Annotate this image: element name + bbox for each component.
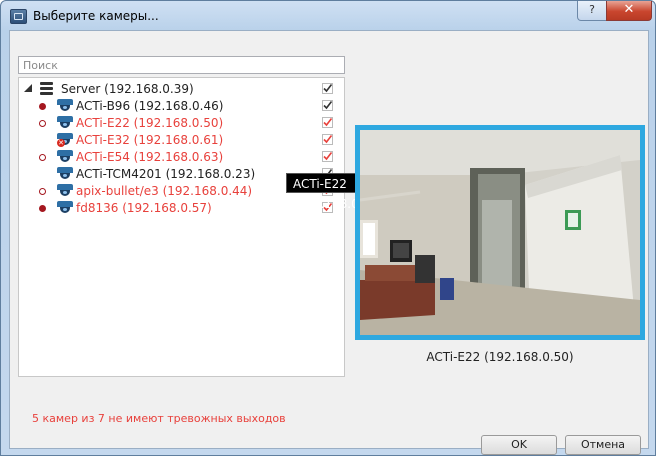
alarm-status-dot xyxy=(39,188,46,195)
camera-label: ACTi-E54 (192.168.0.63) xyxy=(76,150,224,164)
camera-icon xyxy=(57,150,73,164)
close-button[interactable]: ✕ xyxy=(606,1,652,21)
tree-row-server[interactable]: Server (192.168.0.39) xyxy=(19,81,344,98)
window-title: Выберите камеры... xyxy=(33,9,159,23)
camera-label: apix-bullet/e3 (192.168.0.44) xyxy=(76,184,253,198)
tree-row-camera[interactable]: ✕ ACTi-E32 (192.168.0.61) xyxy=(19,132,344,149)
app-icon xyxy=(10,9,27,24)
help-button[interactable]: ? xyxy=(577,1,607,21)
camera-label: ACTi-E22 (192.168.0.50) xyxy=(76,116,224,130)
preview-image xyxy=(360,130,640,335)
server-checkbox[interactable] xyxy=(322,83,333,94)
status-message: 5 камер из 7 не имеют тревожных выходов xyxy=(32,412,286,425)
camera-icon xyxy=(57,167,73,181)
cancel-button[interactable]: Отмена xyxy=(565,435,641,455)
camera-icon: ✕ xyxy=(57,133,73,147)
preview-caption: ACTi-E22 (192.168.0.50) xyxy=(426,350,574,364)
camera-checkbox[interactable] xyxy=(322,134,333,145)
camera-icon xyxy=(57,184,73,198)
camera-checkbox[interactable] xyxy=(322,151,333,162)
alarm-status-dot xyxy=(39,154,46,161)
tree-row-camera[interactable]: ACTi-B96 (192.168.0.46) xyxy=(19,98,344,115)
tree-row-camera[interactable]: ACTi-E22 (192.168.0.50) xyxy=(19,115,344,132)
camera-tree[interactable]: Server (192.168.0.39) ACTi-B96 (192.168.… xyxy=(18,77,345,377)
dialog-client: Server (192.168.0.39) ACTi-B96 (192.168.… xyxy=(9,30,649,455)
server-icon xyxy=(40,82,53,96)
camera-checkbox[interactable] xyxy=(322,117,333,128)
camera-label: fd8136 (192.168.0.57) xyxy=(76,201,212,215)
alarm-status-dot xyxy=(39,120,46,127)
camera-icon xyxy=(57,116,73,130)
search-input[interactable] xyxy=(18,56,345,74)
error-icon: ✕ xyxy=(57,139,65,147)
camera-icon xyxy=(57,201,73,215)
camera-preview xyxy=(355,125,645,340)
dialog-window: Выберите камеры... ? ✕ Server (192.168.0… xyxy=(0,0,656,456)
camera-label: ACTi-TCM4201 (192.168.0.23) xyxy=(76,167,256,181)
title-bar[interactable]: Выберите камеры... ? ✕ xyxy=(1,1,655,31)
server-label: Server (192.168.0.39) xyxy=(61,82,194,96)
camera-label: ACTi-E32 (192.168.0.61) xyxy=(76,133,224,147)
ok-button[interactable]: OK xyxy=(481,435,557,455)
collapse-arrow-icon[interactable] xyxy=(24,84,32,92)
tree-row-camera[interactable]: ACTi-E54 (192.168.0.63) xyxy=(19,149,344,166)
camera-label: ACTi-B96 (192.168.0.46) xyxy=(76,99,224,113)
camera-icon xyxy=(57,99,73,113)
alarm-status-dot xyxy=(39,103,46,110)
alarm-status-dot xyxy=(39,205,46,212)
camera-checkbox[interactable] xyxy=(322,100,333,111)
